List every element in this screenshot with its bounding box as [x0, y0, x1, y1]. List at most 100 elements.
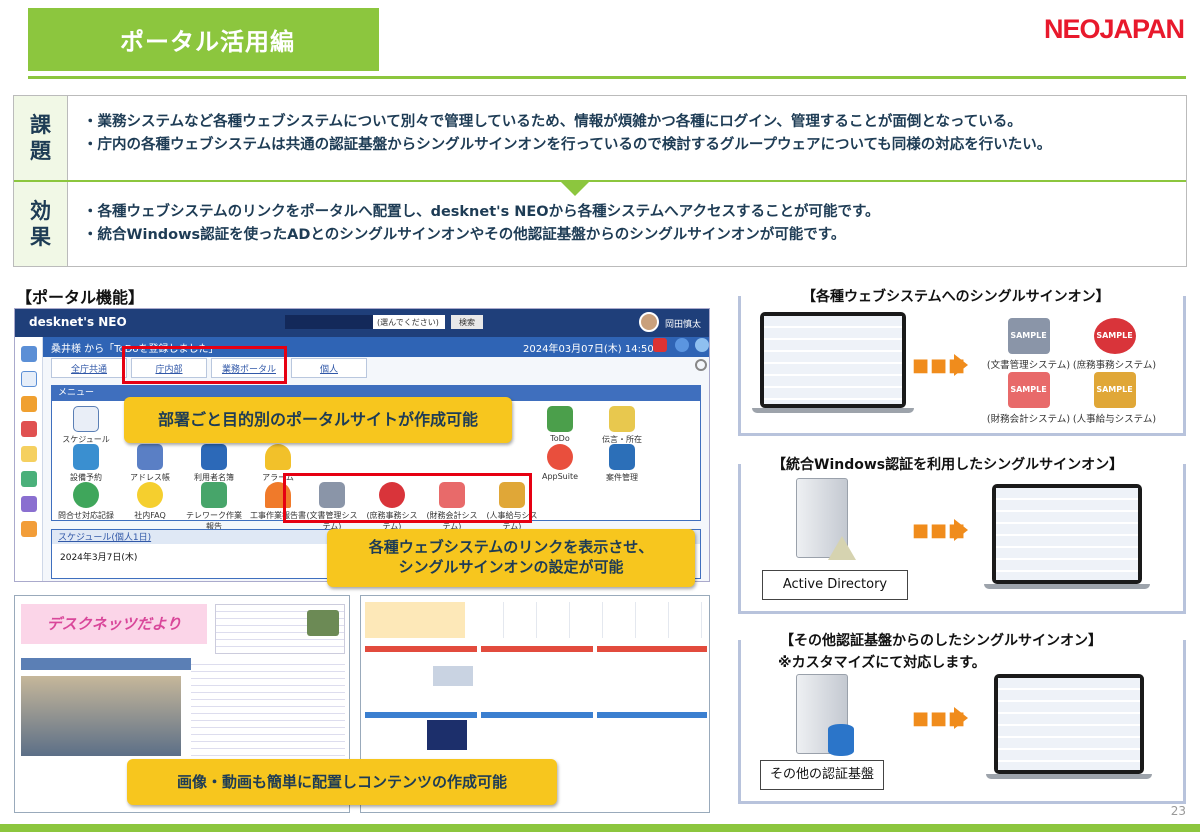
other-auth-label: その他の認証基盤 — [760, 760, 884, 790]
system-finance: SAMPLE (財務会計システム) — [986, 372, 1071, 425]
system-label: (文書管理システム) — [986, 360, 1071, 371]
app-logo: desknet's NEO — [29, 315, 127, 329]
datetime-text: 2024年03月07日(木) 14:50 — [523, 344, 654, 355]
database-icon — [828, 724, 854, 756]
headset-icon — [73, 482, 99, 508]
header-divider — [28, 76, 1186, 79]
menu-item-todo[interactable]: ToDo — [532, 406, 588, 443]
issue-label-char-2: 題 — [30, 139, 51, 163]
menu-item-label: ToDo — [550, 434, 570, 443]
appsuite-icon — [547, 444, 573, 470]
menu-item-project[interactable]: 案件管理 — [594, 444, 650, 483]
contact-icon[interactable] — [20, 496, 37, 512]
sso-windows-title: 【統合Windows認証を利用したシングルサインオン】 — [764, 454, 1132, 474]
tab-all-office[interactable]: 全庁共通 — [51, 358, 127, 378]
slide-title: ポータル活用編 — [28, 8, 379, 71]
effect-line: ・統合Windows認証を使ったADとのシングルサインオンやその他認証基盤からの… — [83, 227, 846, 244]
koala-photo — [307, 610, 339, 636]
people-icon: SAMPLE — [1093, 372, 1136, 408]
menu-item-faq[interactable]: 社内FAQ — [122, 482, 178, 521]
portal-section-label: 【ポータル機能】 — [16, 288, 145, 307]
issue-label-char-1: 課 — [30, 112, 51, 137]
search-bar[interactable] — [285, 315, 375, 329]
menu-item-label: アドレス帳 — [130, 473, 170, 482]
grid-icon[interactable] — [20, 521, 37, 537]
menu-item-inquiry[interactable]: 問合せ対応記録 — [58, 482, 114, 521]
newsletter-title: デスクネッツだより — [21, 604, 207, 644]
issue-effect-table: 課 題 ・業務システムなど各種ウェブシステムについて別々で管理しているため、情報… — [13, 95, 1187, 267]
callout-sso-links-line: シングルサインオンの設定が可能 — [398, 558, 624, 577]
menu-item-userlist[interactable]: 利用者名簿 — [186, 444, 242, 483]
arrow-icon — [954, 519, 968, 541]
todo-icon[interactable] — [20, 421, 37, 437]
sso-web-title: 【各種ウェブシステムへのシングルサインオン】 — [794, 286, 1118, 306]
todo-icon — [547, 406, 573, 432]
search-button[interactable]: 検索 — [451, 315, 483, 329]
calendar-icon[interactable] — [20, 371, 37, 387]
laptop-display — [996, 488, 1138, 580]
memo-icon[interactable] — [20, 446, 37, 462]
callout-sso-links-line: 各種ウェブシステムのリンクを表示させ、 — [368, 538, 654, 556]
laptop-screen — [994, 674, 1144, 774]
settings-gear-icon[interactable] — [695, 359, 707, 371]
menu-item-label: 伝言・所在 — [602, 435, 642, 444]
notification-icon[interactable] — [675, 338, 689, 352]
info-panel — [597, 712, 707, 772]
report-icon — [201, 482, 227, 508]
tab-highlight — [122, 346, 287, 384]
newsletter-header-bar — [21, 658, 191, 670]
menu-item-schedule[interactable]: スケジュール — [58, 406, 114, 445]
effect-line: ・各種ウェブシステムのリンクをポータルへ配置し、desknet's NEOから各… — [83, 204, 880, 220]
group-select[interactable]: (選んでください) — [373, 315, 445, 329]
airplane-image — [433, 666, 473, 686]
active-directory-label: Active Directory — [762, 570, 908, 600]
brand-logo: NEOJAPAN — [1044, 14, 1185, 45]
avatar[interactable] — [639, 312, 659, 332]
night-sky-image — [427, 720, 467, 750]
issue-text: ・業務システムなど各種ウェブシステムについて別々で管理しているため、情報が煩雑か… — [69, 96, 1186, 180]
apps-icon[interactable] — [20, 396, 37, 412]
arrow-icon — [954, 354, 968, 376]
lightbulb-icon — [137, 482, 163, 508]
system-label: (人事給与システム) — [1072, 414, 1157, 425]
menu-item-label: 社内FAQ — [134, 511, 166, 520]
portal-icon[interactable] — [20, 346, 37, 362]
sso-other-title: 【その他認証基盤からのしたシングルサインオン】 — [772, 630, 1110, 650]
menu-item-addressbook[interactable]: アドレス帳 — [122, 444, 178, 483]
effect-label-char-1: 効 — [30, 198, 51, 223]
menu-item-label: スケジュール — [62, 435, 110, 444]
menu-item-label: 利用者名簿 — [194, 473, 234, 482]
user-name[interactable]: 岡田慎太 — [665, 317, 701, 330]
app-sidebar — [15, 337, 43, 581]
laptop-base — [752, 408, 914, 413]
laptop-screen — [992, 484, 1142, 584]
brand-logo-japan: JAPAN — [1099, 14, 1185, 44]
menu-item-label: 設備予約 — [70, 473, 102, 482]
effect-label: 効 果 — [14, 182, 68, 266]
menu-item-label: 問合せ対応記録 — [58, 511, 114, 520]
newsletter-text-block — [191, 658, 345, 758]
callout-sso-links: 各種ウェブシステムのリンクを表示させ、 シングルサインオンの設定が可能 — [327, 529, 695, 587]
calendar-strip — [471, 602, 707, 638]
chart-icon: SAMPLE — [1007, 372, 1050, 408]
menu-item-telework[interactable]: テレワーク作業報告 — [186, 482, 242, 532]
userlist-icon — [201, 444, 227, 470]
callout-media-content: 画像・動画も簡単に配置しコンテンツの作成可能 — [127, 759, 557, 805]
tab-personal[interactable]: 個人 — [291, 358, 367, 378]
row-divider — [14, 180, 1186, 182]
menu-item-message[interactable]: 伝言・所在 — [594, 406, 650, 445]
message-icon — [609, 406, 635, 432]
footer-bar — [0, 824, 1200, 832]
issue-line: ・業務システムなど各種ウェブシステムについて別々で管理しているため、情報が煩雑か… — [83, 114, 1022, 130]
pie-icon: SAMPLE — [1093, 318, 1136, 354]
user-icon[interactable] — [695, 338, 709, 352]
phone-icon[interactable] — [20, 471, 37, 487]
laptop-screen — [760, 312, 906, 408]
bell-icon[interactable] — [653, 338, 667, 352]
info-panel — [597, 646, 707, 706]
system-document: SAMPLE (文書管理システム) — [986, 318, 1071, 371]
issue-label: 課 題 — [14, 96, 68, 180]
menu-item-appsuite[interactable]: AppSuite — [532, 444, 588, 481]
menu-item-facility[interactable]: 設備予約 — [58, 444, 114, 483]
effect-label-char-2: 果 — [30, 225, 51, 249]
